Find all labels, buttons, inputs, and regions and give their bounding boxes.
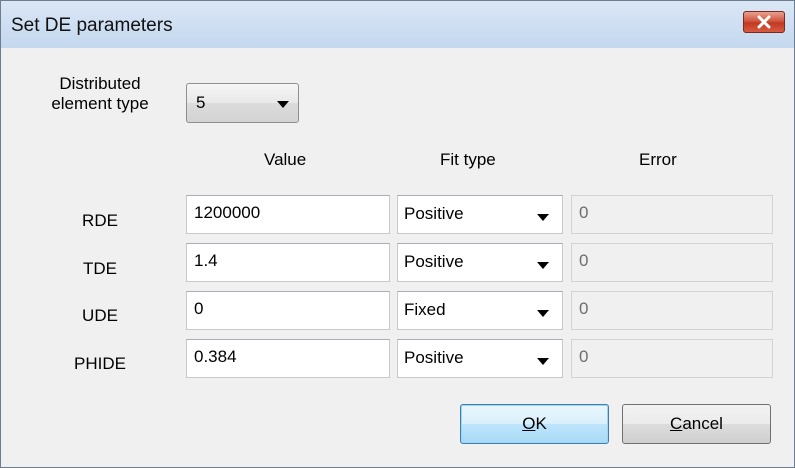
de-type-label-line2: element type <box>51 94 149 113</box>
column-header-error: Error <box>639 150 677 169</box>
ude-fit-type-select[interactable]: Fixed <box>397 291 563 330</box>
chevron-down-icon <box>537 214 549 221</box>
chevron-down-icon <box>277 101 289 108</box>
window-title: Set DE parameters <box>11 15 173 36</box>
tde-error-field: 0 <box>571 243 773 282</box>
title-bar[interactable]: Set DE parameters <box>1 1 794 48</box>
row-label-phide: PHIDE <box>74 354 126 373</box>
ude-error-field: 0 <box>571 291 773 330</box>
phide-value-input[interactable]: 0.384 <box>186 339 390 378</box>
phide-fit-type-select[interactable]: Positive <box>397 339 563 378</box>
row-label-rde: RDE <box>82 211 118 230</box>
dialog-window: Set DE parameters <box>0 0 795 468</box>
de-type-selected-value: 5 <box>196 93 206 112</box>
chevron-down-icon <box>537 358 549 365</box>
de-type-label: Distributed element type <box>30 74 170 114</box>
cancel-mnemonic: C <box>670 414 683 433</box>
tde-value-input[interactable]: 1.4 <box>186 243 390 282</box>
chevron-down-icon <box>537 310 549 317</box>
cancel-label-rest: ancel <box>682 414 723 433</box>
phide-error-field: 0 <box>571 339 773 378</box>
rde-fit-type-value: Positive <box>404 204 464 223</box>
ude-value-input[interactable]: 0 <box>186 291 390 330</box>
column-header-fit-type: Fit type <box>440 150 496 169</box>
close-button[interactable] <box>743 11 785 33</box>
de-type-select[interactable]: 5 <box>186 83 299 123</box>
rde-error-field: 0 <box>571 195 773 234</box>
tde-fit-type-value: Positive <box>404 252 464 271</box>
chevron-down-icon <box>537 262 549 269</box>
ok-button[interactable]: OK <box>460 404 609 444</box>
row-label-ude: UDE <box>82 306 118 325</box>
row-label-tde: TDE <box>83 259 117 278</box>
cancel-button[interactable]: Cancel <box>622 404 771 444</box>
phide-fit-type-value: Positive <box>404 348 464 367</box>
rde-fit-type-select[interactable]: Positive <box>397 195 563 234</box>
ok-mnemonic: O <box>522 414 536 433</box>
ude-fit-type-value: Fixed <box>404 300 446 319</box>
close-icon <box>757 15 771 29</box>
de-type-label-line1: Distributed <box>59 74 141 93</box>
rde-value-input[interactable]: 1200000 <box>186 195 390 234</box>
ok-label-rest: K <box>535 414 547 433</box>
tde-fit-type-select[interactable]: Positive <box>397 243 563 282</box>
column-header-value: Value <box>264 150 307 169</box>
